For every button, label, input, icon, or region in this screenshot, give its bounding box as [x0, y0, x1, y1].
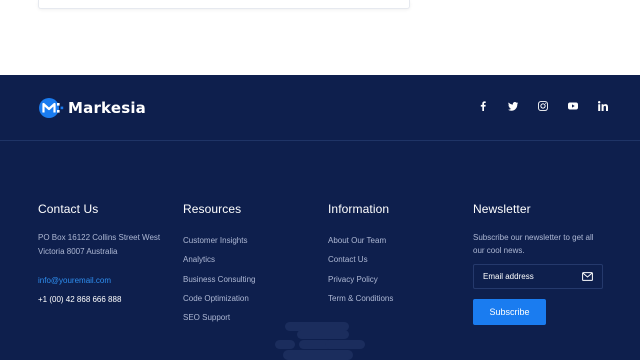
facebook-link[interactable] [476, 99, 490, 113]
address-line-1: PO Box 16122 Collins Street West [38, 233, 161, 242]
linkedin-link[interactable] [596, 99, 610, 113]
social-links [476, 99, 610, 113]
contact-column: Contact Us PO Box 16122 Collins Street W… [38, 202, 160, 304]
information-link-contact-us[interactable]: Contact Us [328, 250, 393, 269]
resources-link-code-optimization[interactable]: Code Optimization [183, 289, 255, 308]
information-heading: Information [328, 202, 390, 216]
brand-name: Markesia [68, 99, 146, 117]
instagram-icon [538, 101, 548, 111]
twitter-link[interactable] [506, 99, 520, 113]
address-line-2: Victoria 8007 Australia [38, 247, 118, 256]
content-card-bottom-edge [38, 0, 410, 9]
newsletter-column: Newsletter Subscribe our newsletter to g… [473, 202, 603, 325]
markesia-logo-icon [39, 98, 64, 118]
decorative-cloud-shape [275, 322, 365, 360]
envelope-icon [582, 272, 593, 281]
twitter-icon [508, 102, 518, 111]
facebook-icon [480, 101, 486, 111]
information-list: About Our Team Contact Us Privacy Policy… [328, 231, 393, 308]
youtube-icon [568, 102, 578, 110]
resources-link-business-consulting[interactable]: Business Consulting [183, 270, 255, 289]
newsletter-description: Subscribe our newsletter to get all our … [473, 233, 594, 255]
information-link-about-team[interactable]: About Our Team [328, 231, 393, 250]
phone-number: +1 (00) 42 868 666 888 [38, 295, 122, 304]
resources-column: Resources Customer Insights Analytics Bu… [183, 202, 255, 327]
youtube-link[interactable] [566, 99, 580, 113]
instagram-link[interactable] [536, 99, 550, 113]
resources-list: Customer Insights Analytics Business Con… [183, 231, 255, 327]
information-link-terms[interactable]: Term & Conditions [328, 289, 393, 308]
resources-heading: Resources [183, 202, 242, 216]
information-link-privacy-policy[interactable]: Privacy Policy [328, 270, 393, 289]
brand-logo[interactable]: Markesia [38, 97, 146, 119]
email-link[interactable]: info@youremail.com [38, 276, 160, 285]
site-footer: Markesia Contact Us PO Box 16122 Collins… [0, 75, 640, 360]
contact-heading: Contact Us [38, 202, 99, 216]
newsletter-heading: Newsletter [473, 202, 531, 216]
resources-link-customer-insights[interactable]: Customer Insights [183, 231, 255, 250]
footer-divider [0, 140, 640, 141]
resources-link-seo-support[interactable]: SEO Support [183, 308, 255, 327]
email-input[interactable] [483, 272, 578, 281]
subscribe-button[interactable]: Subscribe [473, 299, 546, 325]
newsletter-form [473, 264, 603, 289]
information-column: Information About Our Team Contact Us Pr… [328, 202, 393, 308]
linkedin-icon [598, 101, 608, 111]
resources-link-analytics[interactable]: Analytics [183, 250, 255, 269]
page: Markesia Contact Us PO Box 16122 Collins… [0, 0, 640, 360]
